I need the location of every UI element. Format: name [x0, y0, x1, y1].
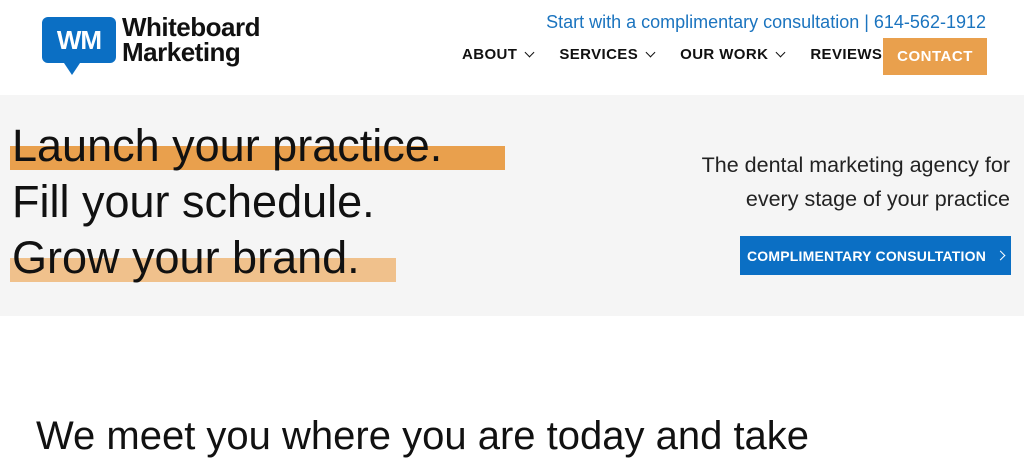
section-heading: We meet you where you are today and take [36, 414, 810, 458]
nav-our-work-label: OUR WORK [680, 46, 769, 63]
nav-reviews[interactable]: REVIEWS [810, 46, 882, 63]
nav-services[interactable]: SERVICES [559, 46, 656, 63]
consultation-phone-link[interactable]: Start with a complimentary consultation … [546, 12, 986, 33]
logo[interactable]: WM Whiteboard Marketing [42, 14, 261, 75]
nav-about-label: ABOUT [462, 46, 518, 63]
chevron-down-icon [645, 47, 656, 58]
site-header: WM Whiteboard Marketing Start with a com… [0, 0, 1024, 95]
main-nav: ABOUT SERVICES OUR WORK REVIEWS [462, 46, 908, 63]
consultation-button-label: COMPLIMENTARY CONSULTATION [746, 247, 987, 264]
nav-our-work[interactable]: OUR WORK [680, 46, 786, 63]
hero-tagline: The dental marketing agency for every st… [630, 148, 1010, 216]
hero-tagline-line-2: every stage of your practice [745, 187, 1010, 211]
chevron-right-icon [995, 250, 1006, 261]
logo-wordmark: Whiteboard Marketing [122, 14, 261, 67]
chevron-down-icon [524, 47, 535, 58]
logo-badge: WM [42, 17, 116, 75]
hero-headline-1: Launch your practice. [12, 120, 443, 171]
chevron-down-icon [775, 47, 786, 58]
hero-headline-2: Fill your schedule. [12, 176, 375, 227]
nav-about[interactable]: ABOUT [462, 46, 535, 63]
hero-headline-3: Grow your brand. [12, 232, 360, 283]
nav-reviews-label: REVIEWS [810, 46, 883, 63]
logo-line-2: Marketing [122, 37, 241, 67]
nav-services-label: SERVICES [559, 46, 639, 63]
contact-button[interactable]: CONTACT [883, 38, 987, 75]
hero-tagline-line-1: The dental marketing agency for [701, 153, 1010, 177]
complimentary-consultation-button[interactable]: COMPLIMENTARY CONSULTATION [740, 236, 1011, 275]
hero-section: Launch your practice. Fill your schedule… [0, 95, 1024, 316]
